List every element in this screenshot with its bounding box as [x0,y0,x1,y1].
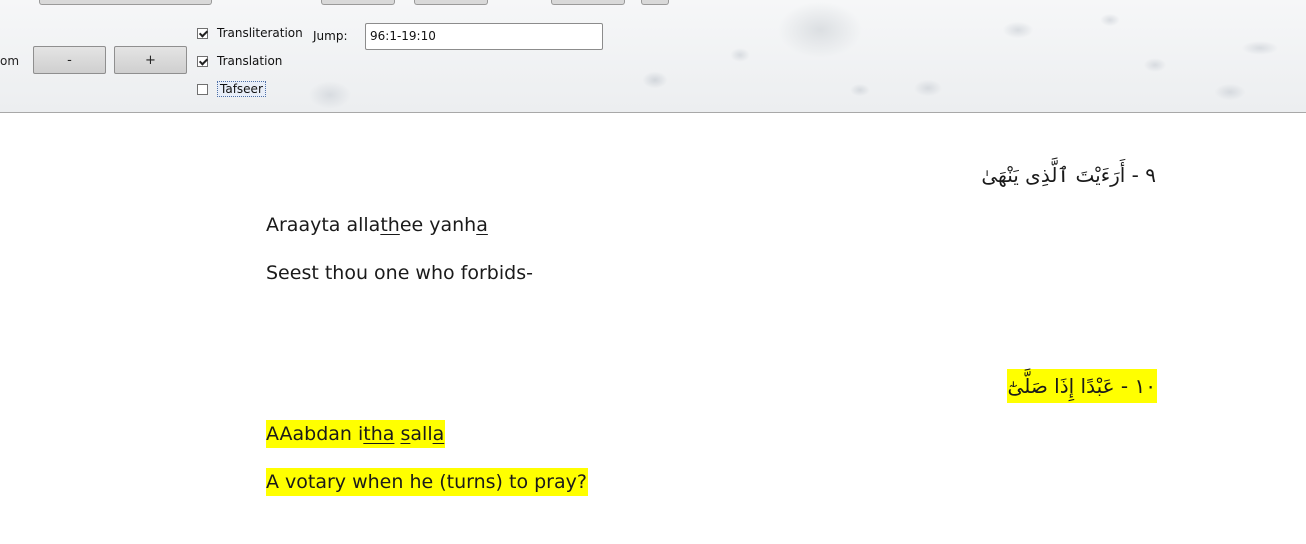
verse-transliteration: Araayta allathee yanha [266,214,488,236]
verse-arabic: ١٠ - عَبْدًا إِذَا صَلَّىٰٓ [1006,369,1157,403]
verse-arabic: ٩ - أَرَءَيْتَ ٱلَّذِى يَنْهَىٰ [981,163,1156,187]
transliteration-option[interactable]: Transliteration [197,24,303,42]
tafseer-label: Tafseer [217,81,266,97]
truncated-spinbox[interactable] [414,0,488,5]
tafseer-option[interactable]: Tafseer [197,80,266,98]
jump-label: Jump: [313,29,348,43]
zoom-label: om [0,54,20,68]
truncated-button[interactable] [641,0,669,5]
zoom-out-button[interactable]: - [33,46,106,74]
truncated-spinbox[interactable] [321,0,395,5]
zoom-in-button[interactable]: + [114,46,187,74]
tafseer-checkbox[interactable] [197,83,208,95]
translation-checkbox[interactable] [197,55,208,67]
translation-option[interactable]: Translation [197,52,282,70]
verse-translation: Seest thou one who forbids- [266,262,533,284]
toolbar: om - + Transliteration Translation Tafse… [0,0,1306,113]
verse-transliteration: AAabdan itha salla [266,420,446,448]
truncated-button[interactable] [39,0,212,5]
transliteration-checkbox[interactable] [197,27,208,39]
truncated-spinbox[interactable] [551,0,625,5]
transliteration-label: Transliteration [217,26,303,40]
verse-view[interactable]: ٩ - أَرَءَيْتَ ٱلَّذِى يَنْهَىٰ Araayta … [0,113,1306,544]
translation-label: Translation [217,54,283,68]
verse-translation: A votary when he (turns) to pray? [266,468,588,496]
jump-input[interactable]: 96:1-19:10 [365,23,603,50]
